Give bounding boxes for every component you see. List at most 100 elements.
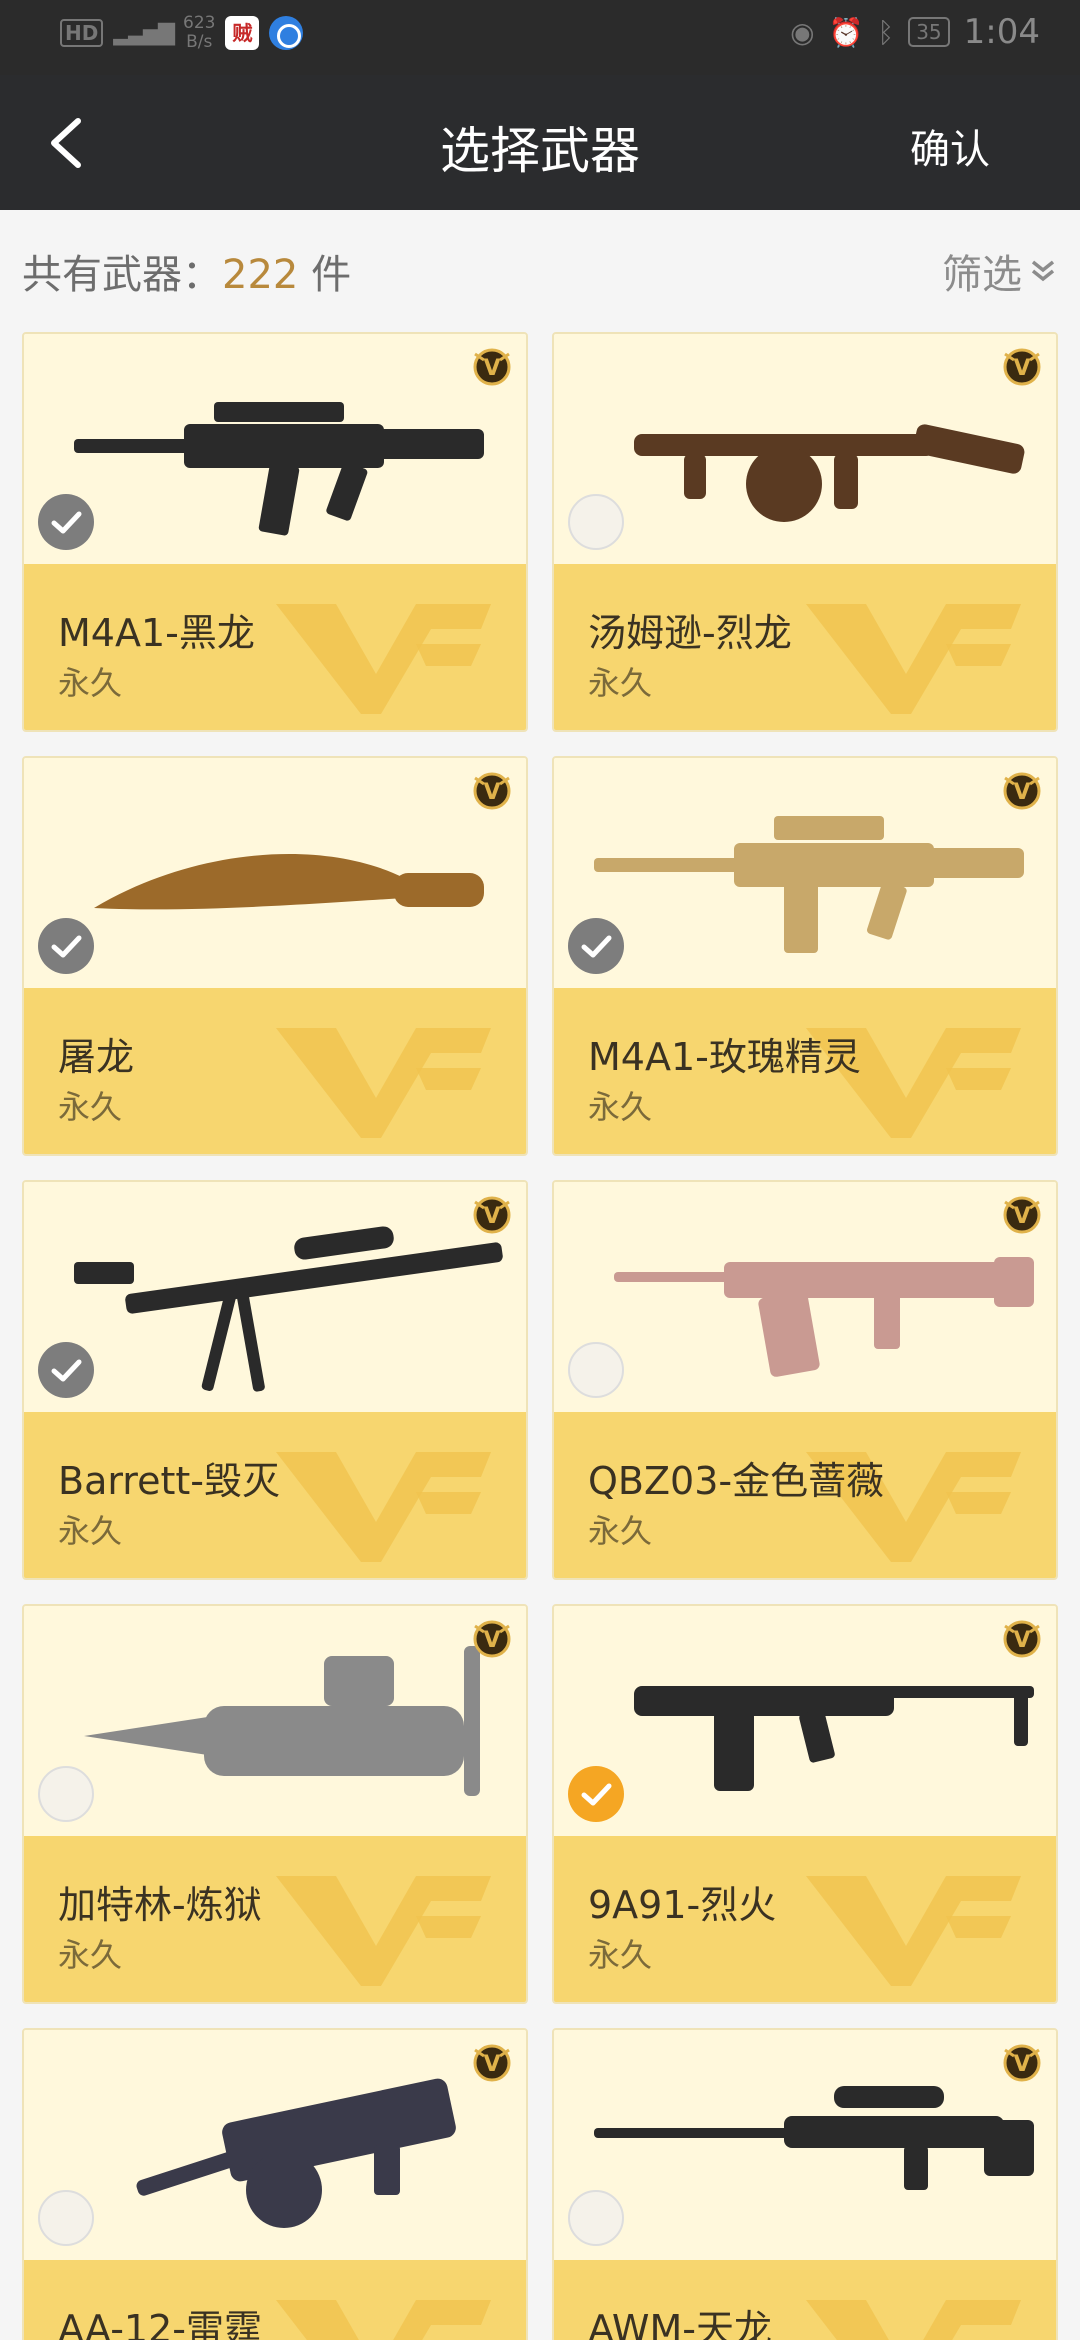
svg-text:V: V bbox=[483, 2052, 500, 2077]
weapon-duration: 永久 bbox=[58, 664, 123, 702]
weapon-image bbox=[594, 2086, 1034, 2190]
weapon-name: M4A1-黑龙 bbox=[58, 611, 255, 655]
weapon-image bbox=[84, 1646, 480, 1796]
weapon-select-checkbox[interactable] bbox=[38, 1342, 94, 1398]
weapon-info: M4A1-黑龙永久 bbox=[24, 564, 526, 730]
weapon-select-checkbox[interactable] bbox=[38, 494, 94, 550]
weapon-count: 共有武器：222 件 bbox=[22, 252, 352, 298]
weapon-image bbox=[74, 1226, 503, 1392]
weapon-info: AA-12-雷霆永久 bbox=[24, 2260, 526, 2340]
weapon-image-area: V bbox=[554, 758, 1056, 988]
weapon-image-area: V bbox=[24, 758, 526, 988]
weapon-image bbox=[94, 854, 484, 910]
weapon-select-checkbox[interactable] bbox=[568, 918, 624, 974]
battery-icon: 35 bbox=[908, 17, 950, 47]
weapon-duration: 永久 bbox=[58, 1088, 123, 1126]
signal-icon: ▂▃▅▇ bbox=[113, 20, 175, 46]
svg-text:V: V bbox=[1013, 2052, 1030, 2077]
bluetooth-icon: ᛒ bbox=[877, 15, 895, 49]
weapon-duration: 永久 bbox=[58, 1512, 123, 1550]
confirm-button[interactable]: 确认 bbox=[910, 117, 990, 175]
weapon-select-checkbox[interactable] bbox=[568, 2190, 624, 2246]
weapon-name: 9A91-烈火 bbox=[588, 1883, 777, 1927]
browser-notification-icon bbox=[269, 16, 304, 50]
weapon-select-checkbox[interactable] bbox=[38, 918, 94, 974]
weapon-image-area: V bbox=[554, 334, 1056, 564]
vip-badge-icon: V bbox=[1003, 1620, 1041, 1658]
weapon-summary: 共有武器：222 件 筛选 bbox=[0, 210, 1080, 332]
status-right: ◉ ⏰ ᛒ 35 1:04 bbox=[790, 12, 1040, 52]
vip-badge-icon: V bbox=[1003, 1196, 1041, 1234]
cf-logo-watermark-icon bbox=[276, 1028, 491, 1138]
weapon-card[interactable]: V M4A1-玫瑰精灵永久 bbox=[552, 756, 1058, 1156]
svg-text:V: V bbox=[483, 1628, 500, 1653]
weapon-info: AWM-天龙永久 bbox=[554, 2260, 1056, 2340]
status-bar: HD ▂▃▅▇ 623 B/s 贼 ◉ ⏰ ᛒ 35 1:04 bbox=[0, 0, 1080, 75]
weapon-image bbox=[614, 1257, 1034, 1377]
weapon-select-checkbox[interactable] bbox=[568, 1766, 624, 1822]
weapon-card[interactable]: V 加特林-炼狱 永久 bbox=[22, 1604, 528, 2004]
weapon-duration: 永久 bbox=[588, 1088, 653, 1126]
weapon-info: M4A1-玫瑰精灵永久 bbox=[554, 988, 1056, 1154]
weapon-image bbox=[74, 402, 484, 536]
weapon-info: 屠龙 永久 bbox=[24, 988, 526, 1154]
svg-text:V: V bbox=[483, 780, 500, 805]
vip-badge-icon: V bbox=[1003, 772, 1041, 810]
weapon-name: Barrett-毁灭 bbox=[58, 1459, 280, 1503]
alarm-icon: ⏰ bbox=[828, 15, 864, 49]
svg-text:V: V bbox=[483, 356, 500, 381]
vip-badge-icon: V bbox=[473, 2044, 511, 2082]
weapon-image-area: V bbox=[554, 1182, 1056, 1412]
clock: 1:04 bbox=[963, 12, 1040, 52]
top-bar: 选择武器 确认 bbox=[0, 75, 1080, 210]
cf-logo-watermark-icon bbox=[276, 1876, 491, 1986]
weapon-name: AA-12-雷霆 bbox=[58, 2307, 262, 2340]
weapon-image-area: V bbox=[24, 2030, 526, 2260]
svg-text:V: V bbox=[1013, 1628, 1030, 1653]
weapon-card[interactable]: V AA-12-雷霆永久 bbox=[22, 2028, 528, 2340]
weapon-duration: 永久 bbox=[58, 1936, 123, 1974]
weapon-select-checkbox[interactable] bbox=[568, 1342, 624, 1398]
cf-logo-watermark-icon bbox=[276, 2300, 491, 2340]
cf-logo-watermark-icon bbox=[276, 604, 491, 714]
weapon-image bbox=[136, 2078, 456, 2228]
weapon-name: QBZ03-金色蔷薇 bbox=[588, 1459, 885, 1503]
weapon-image-area: V bbox=[24, 1182, 526, 1412]
vip-badge-icon: V bbox=[473, 772, 511, 810]
status-left: HD ▂▃▅▇ 623 B/s 贼 bbox=[60, 13, 304, 52]
eye-icon: ◉ bbox=[790, 15, 815, 49]
weapon-select-checkbox[interactable] bbox=[38, 1766, 94, 1822]
filter-button[interactable]: 筛选 bbox=[942, 242, 1058, 300]
weapon-name: M4A1-玫瑰精灵 bbox=[588, 1035, 861, 1079]
svg-text:V: V bbox=[1013, 1204, 1030, 1229]
cf-logo-watermark-icon bbox=[806, 604, 1021, 714]
cf-logo-watermark-icon bbox=[806, 2300, 1021, 2340]
weapon-card[interactable]: V AWM-天龙永久 bbox=[552, 2028, 1058, 2340]
vip-badge-icon: V bbox=[473, 348, 511, 386]
weapon-image-area: V bbox=[24, 334, 526, 564]
weapon-card[interactable]: V Barrett-毁灭永久 bbox=[22, 1180, 528, 1580]
weapon-duration: 永久 bbox=[588, 1512, 653, 1550]
weapon-name: 汤姆逊-烈龙 bbox=[588, 611, 792, 655]
cf-logo-watermark-icon bbox=[806, 1876, 1021, 1986]
weapon-image-area: V bbox=[554, 2030, 1056, 2260]
weapon-image bbox=[634, 1686, 1034, 1791]
weapon-select-checkbox[interactable] bbox=[568, 494, 624, 550]
hd-icon: HD bbox=[60, 19, 104, 47]
weapon-card[interactable]: V 汤姆逊-烈龙 永久 bbox=[552, 332, 1058, 732]
weapon-info: 9A91-烈火永久 bbox=[554, 1836, 1056, 2002]
vip-badge-icon: V bbox=[1003, 2044, 1041, 2082]
vip-badge-icon: V bbox=[473, 1196, 511, 1234]
weapon-card[interactable]: V 9A91-烈火永久 bbox=[552, 1604, 1058, 2004]
weapon-duration: 永久 bbox=[588, 1936, 653, 1974]
weapon-card[interactable]: V 屠龙永久 bbox=[22, 756, 528, 1156]
weapon-name: AWM-天龙 bbox=[588, 2307, 772, 2340]
svg-text:V: V bbox=[483, 1204, 500, 1229]
weapon-card[interactable]: V M4A1-黑龙永久 bbox=[22, 332, 528, 732]
weapon-card[interactable]: V QBZ03-金色蔷薇永久 bbox=[552, 1180, 1058, 1580]
weapon-info: QBZ03-金色蔷薇永久 bbox=[554, 1412, 1056, 1578]
weapon-select-checkbox[interactable] bbox=[38, 2190, 94, 2246]
weapon-image bbox=[594, 816, 1024, 953]
weapon-name: 屠龙 bbox=[58, 1035, 135, 1079]
network-speed: 623 B/s bbox=[183, 13, 216, 52]
